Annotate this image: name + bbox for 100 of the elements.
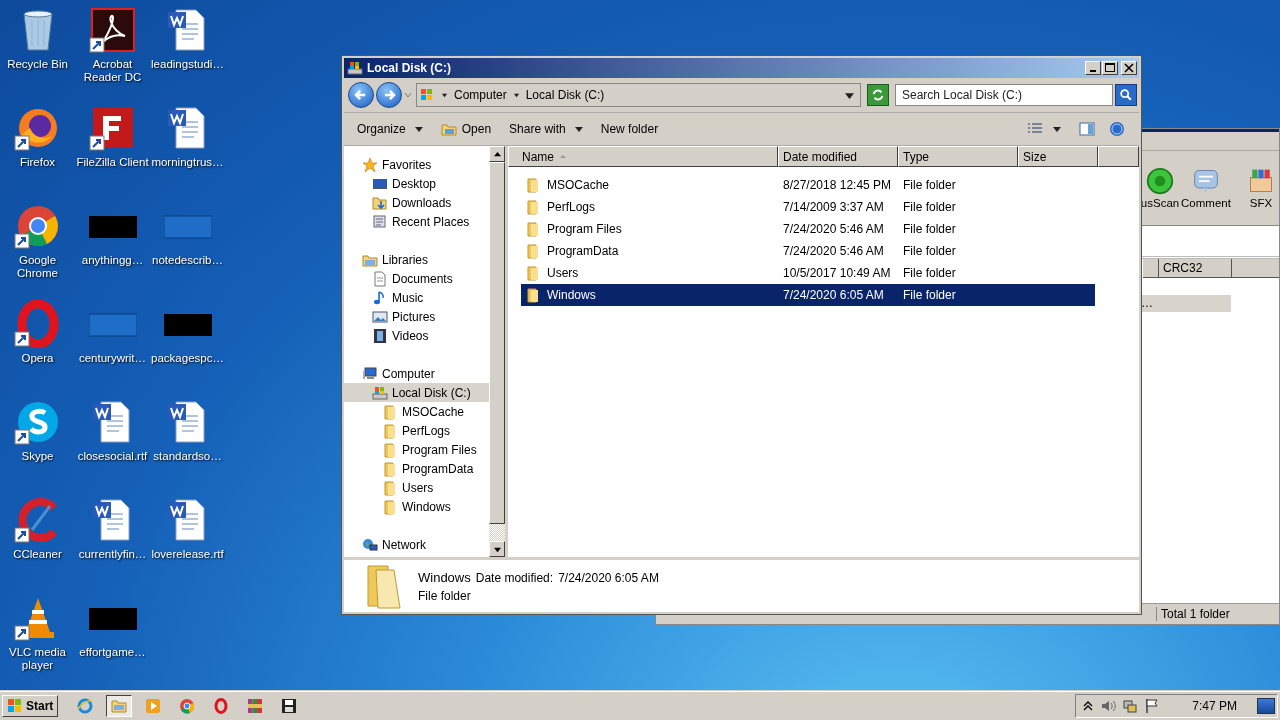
archive-icon <box>247 698 264 714</box>
folder-icon <box>382 460 398 477</box>
network-icon[interactable] <box>1122 698 1139 714</box>
browser-icon <box>179 698 196 714</box>
nav-item[interactable]: MSOCache <box>344 402 489 421</box>
desktop-icon-label: CCleaner <box>13 548 62 561</box>
caret-icon[interactable] <box>512 91 520 99</box>
folder-icon <box>382 422 398 439</box>
taskbar-app[interactable] <box>106 695 133 717</box>
nav-item[interactable]: Documents <box>344 269 489 288</box>
desktop-icon-label: notedescrib… <box>152 254 223 267</box>
desktop-icon-label: VLC media player <box>8 646 67 672</box>
folder-icon <box>525 265 541 281</box>
nav-item[interactable]: ProgramData <box>344 459 489 478</box>
desktop-icon-label: packagespc… <box>151 352 224 365</box>
flag-icon[interactable] <box>1144 698 1161 714</box>
folder-icon <box>111 698 128 714</box>
scroll-down-button[interactable] <box>489 541 505 557</box>
start-button[interactable]: Start <box>2 695 59 717</box>
preview-pane-icon[interactable] <box>1079 121 1095 137</box>
desktop-icon-label: closesocial.rtf <box>77 450 148 463</box>
nav-item[interactable]: Local Disk (C:) <box>344 383 489 402</box>
up-arrow-icon <box>493 150 501 158</box>
show-hidden-icons-icon[interactable] <box>1082 700 1095 712</box>
nav-item[interactable]: Program Files <box>344 440 489 459</box>
toolbar-button[interactable]: Organize <box>350 119 430 139</box>
window-title: Local Disk (C:) <box>367 61 451 75</box>
nav-item[interactable]: Pictures <box>344 307 489 326</box>
breadcrumb[interactable]: Computer <box>454 88 507 102</box>
type-cell-text: File folder <box>902 200 957 214</box>
desktop-icon-label: Skype <box>21 450 54 463</box>
column-header[interactable]: Size <box>1018 146 1098 167</box>
column-header <box>1232 259 1279 278</box>
search-button[interactable] <box>1115 84 1137 106</box>
list-row[interactable]: … <box>1141 295 1231 312</box>
column-header[interactable]: CRC32 <box>1159 259 1232 278</box>
maximize-icon <box>1105 63 1115 73</box>
scroll-up-button[interactable] <box>489 146 505 162</box>
column-header[interactable]: Type <box>898 146 1018 167</box>
type-cell-text: File folder <box>902 244 957 258</box>
breadcrumb[interactable]: Local Disk (C:) <box>525 88 605 102</box>
toolbar-button[interactable]: Open <box>433 118 499 140</box>
column-header[interactable]: Name <box>508 146 778 167</box>
nav-item[interactable]: Users <box>344 478 489 497</box>
comment-icon[interactable] <box>1192 167 1220 195</box>
computer-icon <box>419 87 435 103</box>
folder-icon <box>382 498 398 515</box>
document-icon <box>372 270 388 287</box>
file-row[interactable]: Program Files 7/24/2020 5:46 AM File folder <box>521 218 1095 240</box>
file-row[interactable]: Windows 7/24/2020 6:05 AM File folder <box>521 284 1095 306</box>
nav-item[interactable]: Music <box>344 288 489 307</box>
file-row[interactable]: PerfLogs 7/14/2009 3:37 AM File folder <box>521 196 1095 218</box>
history-caret-icon[interactable] <box>404 91 412 99</box>
speaker-icon[interactable] <box>1100 698 1117 714</box>
search-icon <box>1119 88 1133 102</box>
toolbar-label: SFX <box>1249 197 1273 209</box>
nav-item[interactable]: Videos <box>344 326 489 345</box>
nav-item[interactable]: Downloads <box>344 193 489 212</box>
minimize-icon <box>1090 70 1096 72</box>
date-cell-text: 7/24/2020 5:46 AM <box>782 222 885 236</box>
type-cell-text: File folder <box>902 288 957 302</box>
app-icon[interactable] <box>88 6 137 54</box>
folder-icon <box>525 287 541 303</box>
nav-item[interactable]: Windows <box>344 497 489 516</box>
close-button[interactable] <box>1121 61 1137 75</box>
nav-item[interactable]: PerfLogs <box>344 421 489 440</box>
date-cell-text: 8/27/2018 12:45 PM <box>782 178 893 192</box>
nav-item[interactable]: Libraries <box>344 250 489 269</box>
maximize-button[interactable] <box>1102 61 1118 75</box>
play-icon <box>145 698 162 714</box>
toolbar-button[interactable]: New folder <box>593 119 666 139</box>
show-desktop-button[interactable] <box>1257 698 1275 714</box>
nav-item[interactable]: Desktop <box>344 174 489 193</box>
nav-item[interactable]: Favorites <box>344 155 489 174</box>
file-name: PerfLogs <box>547 200 596 214</box>
column-header[interactable] <box>1143 259 1159 278</box>
nav-item[interactable]: Recent Places <box>344 212 489 231</box>
archive-box-icon[interactable] <box>1247 167 1275 195</box>
type-cell-text: File folder <box>902 222 957 236</box>
scan-icon[interactable] <box>1146 167 1174 195</box>
help-icon[interactable] <box>1109 121 1125 137</box>
column-header[interactable]: Date modified <box>778 146 898 167</box>
nav-item[interactable]: Network <box>344 535 489 554</box>
desktop-icon-label: Google Chrome <box>16 254 59 280</box>
dropdown-caret-icon[interactable] <box>845 90 854 100</box>
file-row[interactable]: Users 10/5/2017 10:49 AM File folder <box>521 262 1095 284</box>
caret-icon[interactable] <box>441 91 448 99</box>
file-row[interactable]: ProgramData 7/24/2020 5:46 AM File folder <box>521 240 1095 262</box>
search-field[interactable]: Search Local Disk (C:) <box>895 84 1113 106</box>
clock[interactable]: 7:47 PM <box>1192 699 1237 713</box>
forward-button[interactable] <box>376 82 402 108</box>
back-button[interactable] <box>348 82 374 108</box>
minimize-button[interactable] <box>1085 61 1101 75</box>
file-row[interactable]: MSOCache 8/27/2018 12:45 PM File folder <box>521 174 1095 196</box>
date-cell-text: 7/24/2020 5:46 AM <box>782 244 885 258</box>
address-field[interactable]: Computer Local Disk (C:) <box>416 83 861 107</box>
toolbar-button[interactable]: Share with <box>502 119 590 139</box>
folder-icon <box>382 403 398 420</box>
refresh-button[interactable] <box>867 84 889 106</box>
nav-item[interactable]: Computer <box>344 364 489 383</box>
